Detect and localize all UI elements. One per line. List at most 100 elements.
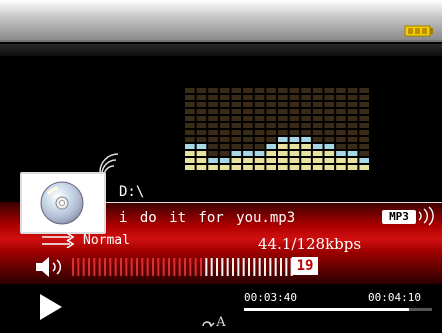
eq-segment-lit	[347, 158, 358, 163]
eq-segment	[266, 137, 276, 142]
eq-segment-lit	[324, 165, 335, 170]
info-divider	[104, 202, 442, 203]
volume-tick	[82, 258, 85, 276]
eq-segment	[336, 144, 346, 149]
eq-segment	[278, 95, 288, 100]
eq-segment	[347, 144, 358, 149]
eq-segment	[301, 116, 311, 121]
eq-segment-lit	[196, 151, 207, 156]
eq-segment-lit	[266, 158, 276, 163]
eq-segment-lit	[289, 151, 300, 156]
eq-segment	[185, 102, 195, 107]
eq-segment-lit	[324, 144, 335, 149]
eq-segment-lit	[254, 158, 265, 163]
eq-segment	[347, 102, 358, 107]
eq-segment-lit	[324, 151, 335, 156]
eq-segment	[243, 137, 253, 142]
eq-segment	[278, 130, 288, 135]
eq-segment-lit	[301, 151, 311, 156]
volume-tick	[77, 258, 80, 276]
eq-segment	[347, 123, 358, 128]
play-icon[interactable]	[36, 292, 64, 322]
eq-segment	[289, 116, 300, 121]
volume-tick	[264, 258, 266, 276]
eq-segment	[359, 137, 369, 142]
eq-segment	[278, 88, 288, 93]
eq-segment	[196, 123, 207, 128]
eq-segment	[196, 95, 207, 100]
volume-tick	[173, 258, 176, 276]
eq-segment	[208, 116, 218, 121]
eq-segment	[185, 116, 195, 121]
eq-segment-lit	[196, 144, 207, 149]
eq-segment	[219, 123, 230, 128]
eq-segment-lit	[266, 144, 276, 149]
eq-segment	[254, 116, 265, 121]
eq-segment-lit	[254, 165, 265, 170]
eq-segment-lit	[336, 165, 346, 170]
ab-repeat-icon	[202, 320, 215, 327]
progress-bar[interactable]	[244, 308, 432, 311]
volume-tick	[93, 258, 96, 276]
track-title: i do it for you.mp3	[119, 210, 296, 226]
eq-segment-lit	[254, 151, 265, 156]
volume-tick	[178, 258, 181, 276]
volume-tick	[189, 258, 192, 276]
volume-tick	[168, 258, 170, 276]
eq-segment	[243, 130, 253, 135]
play-mode[interactable]: Normal	[83, 233, 130, 248]
eq-segment	[347, 95, 358, 100]
volume-tick	[88, 258, 90, 276]
eq-segment-lit	[289, 144, 300, 149]
cd-icon	[40, 181, 84, 225]
eq-segment-lit	[196, 165, 207, 170]
eq-segment-lit	[289, 165, 300, 170]
eq-segment	[231, 95, 242, 100]
eq-segment	[254, 109, 265, 114]
eq-segment-lit	[312, 144, 323, 149]
eq-segment-lit	[301, 158, 311, 163]
ab-repeat-indicator[interactable]: A	[192, 300, 226, 330]
volume-tick	[162, 258, 165, 276]
eq-segment	[196, 88, 207, 93]
repeat-icon[interactable]	[40, 232, 78, 248]
status-bar	[0, 0, 442, 40]
eq-segment-lit	[243, 158, 253, 163]
volume-slider[interactable]	[72, 256, 296, 278]
volume-tick	[205, 258, 208, 276]
eq-segment	[324, 95, 335, 100]
eq-segment	[231, 144, 242, 149]
speaker-icon[interactable]	[34, 256, 68, 278]
eq-segment	[231, 130, 242, 135]
eq-segment	[278, 123, 288, 128]
eq-segment	[347, 88, 358, 93]
eq-segment	[208, 95, 218, 100]
eq-segment	[208, 130, 218, 135]
eq-segment-lit	[185, 165, 195, 170]
eq-segment	[347, 109, 358, 114]
status-divider	[0, 40, 442, 42]
eq-segment	[231, 116, 242, 121]
eq-segment-lit	[185, 158, 195, 163]
progress-fill	[244, 308, 410, 311]
eq-segment	[243, 144, 253, 149]
eq-segment	[266, 109, 276, 114]
eq-segment	[208, 137, 218, 142]
eq-segment	[359, 123, 369, 128]
volume-tick	[98, 258, 101, 276]
volume-level: 19	[292, 257, 318, 275]
album-art	[20, 172, 106, 234]
eq-segment-lit	[301, 137, 311, 142]
eq-segment	[266, 95, 276, 100]
eq-segment	[185, 109, 195, 114]
eq-segment	[254, 95, 265, 100]
eq-segment	[336, 130, 346, 135]
eq-segment-lit	[266, 151, 276, 156]
eq-segment	[301, 109, 311, 114]
eq-segment	[336, 95, 346, 100]
eq-segment	[266, 102, 276, 107]
eq-segment	[324, 130, 335, 135]
volume-tick	[253, 258, 256, 276]
eq-segment	[278, 109, 288, 114]
eq-segment-lit	[312, 151, 323, 156]
